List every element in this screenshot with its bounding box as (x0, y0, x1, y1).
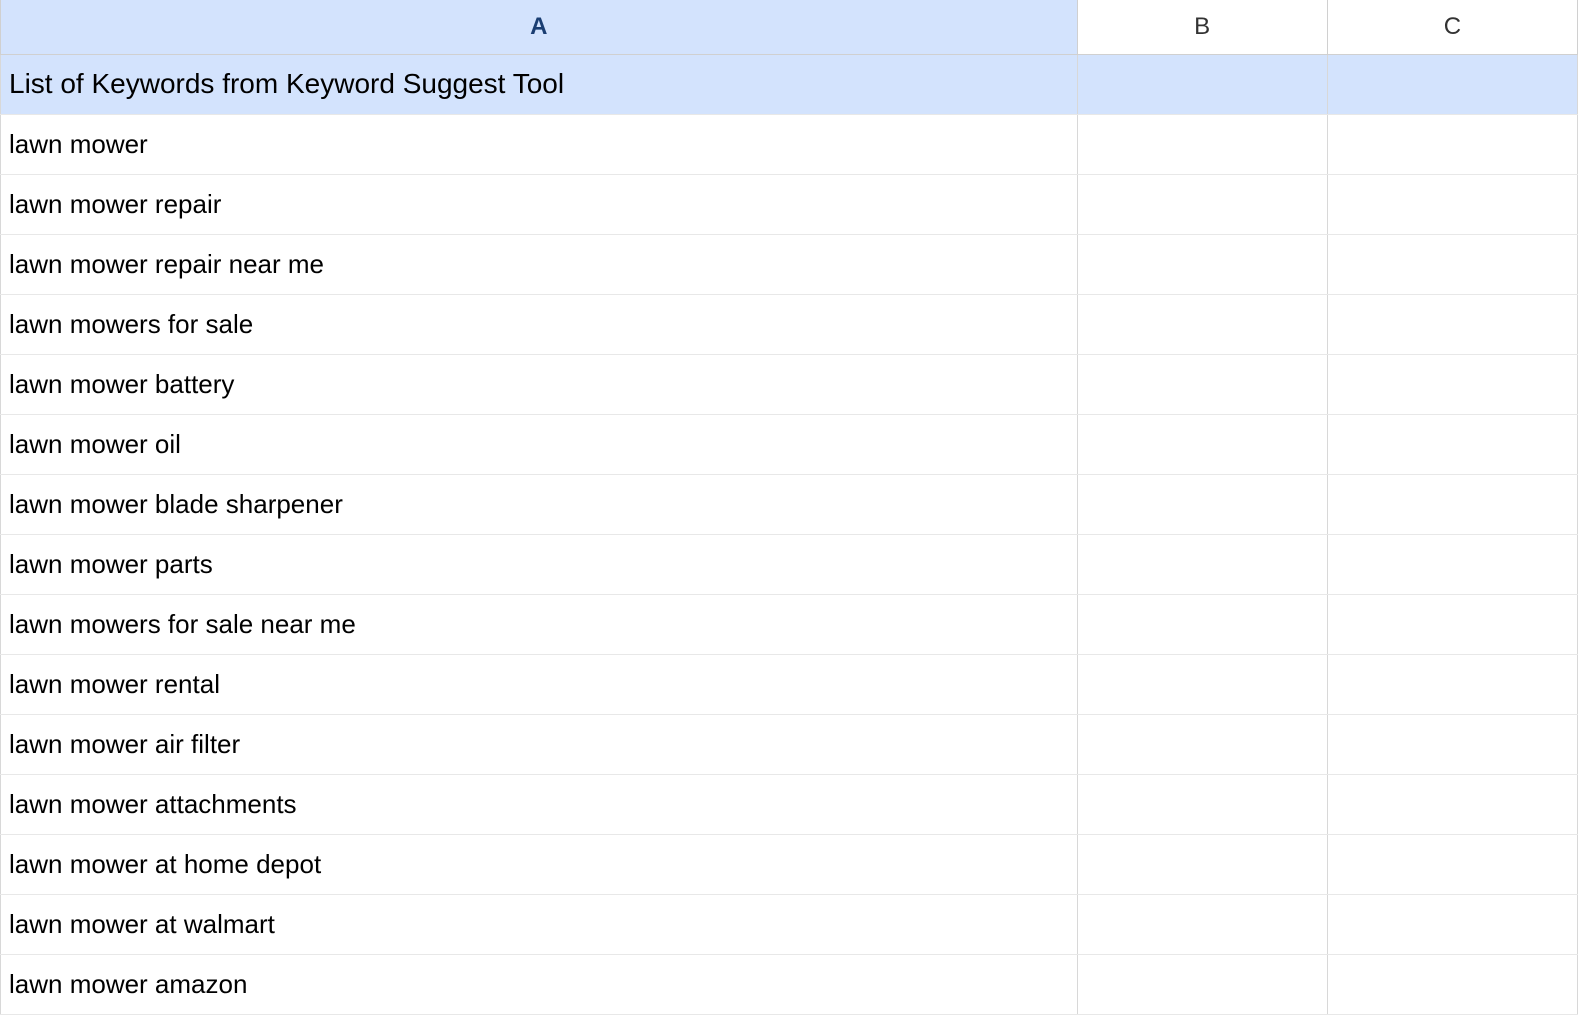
cell-b8[interactable] (1077, 474, 1327, 534)
cell-c12[interactable] (1327, 714, 1577, 774)
table-row: lawn mower repair near me (1, 234, 1578, 294)
cell-c15[interactable] (1327, 894, 1577, 954)
cell-c8[interactable] (1327, 474, 1577, 534)
cell-c5[interactable] (1327, 294, 1577, 354)
column-header-c[interactable]: C (1327, 0, 1577, 54)
cell-a10[interactable]: lawn mowers for sale near me (1, 594, 1078, 654)
cell-c3[interactable] (1327, 174, 1577, 234)
cell-b5[interactable] (1077, 294, 1327, 354)
table-row: lawn mowers for sale near me (1, 594, 1578, 654)
column-header-a[interactable]: A (1, 0, 1078, 54)
cell-a4[interactable]: lawn mower repair near me (1, 234, 1078, 294)
column-header-row: A B C (1, 0, 1578, 54)
cell-c13[interactable] (1327, 774, 1577, 834)
cell-c7[interactable] (1327, 414, 1577, 474)
table-row: lawn mower amazon (1, 954, 1578, 1014)
cell-a5[interactable]: lawn mowers for sale (1, 294, 1078, 354)
cell-b2[interactable] (1077, 114, 1327, 174)
cell-a2[interactable]: lawn mower (1, 114, 1078, 174)
cell-b4[interactable] (1077, 234, 1327, 294)
table-row: List of Keywords from Keyword Suggest To… (1, 54, 1578, 114)
column-header-b[interactable]: B (1077, 0, 1327, 54)
cell-a13[interactable]: lawn mower attachments (1, 774, 1078, 834)
table-row: lawn mower attachments (1, 774, 1578, 834)
cell-a11[interactable]: lawn mower rental (1, 654, 1078, 714)
cell-b6[interactable] (1077, 354, 1327, 414)
cell-b12[interactable] (1077, 714, 1327, 774)
cell-b9[interactable] (1077, 534, 1327, 594)
cell-c11[interactable] (1327, 654, 1577, 714)
table-row: lawn mower (1, 114, 1578, 174)
cell-c1[interactable] (1327, 54, 1577, 114)
cell-a16[interactable]: lawn mower amazon (1, 954, 1078, 1014)
cell-a7[interactable]: lawn mower oil (1, 414, 1078, 474)
cell-b3[interactable] (1077, 174, 1327, 234)
table-row: lawn mower air filter (1, 714, 1578, 774)
cell-c2[interactable] (1327, 114, 1577, 174)
cell-a3[interactable]: lawn mower repair (1, 174, 1078, 234)
cell-b13[interactable] (1077, 774, 1327, 834)
spreadsheet-grid[interactable]: A B C List of Keywords from Keyword Sugg… (0, 0, 1578, 1015)
cell-c16[interactable] (1327, 954, 1577, 1014)
cell-c9[interactable] (1327, 534, 1577, 594)
cell-c14[interactable] (1327, 834, 1577, 894)
cell-b15[interactable] (1077, 894, 1327, 954)
table-row: lawn mower oil (1, 414, 1578, 474)
cell-b16[interactable] (1077, 954, 1327, 1014)
table-row: lawn mower rental (1, 654, 1578, 714)
cell-b10[interactable] (1077, 594, 1327, 654)
table-row: lawn mower blade sharpener (1, 474, 1578, 534)
cell-a14[interactable]: lawn mower at home depot (1, 834, 1078, 894)
cell-a15[interactable]: lawn mower at walmart (1, 894, 1078, 954)
cell-c10[interactable] (1327, 594, 1577, 654)
table-row: lawn mower parts (1, 534, 1578, 594)
table-row: lawn mower at walmart (1, 894, 1578, 954)
table-row: lawn mower repair (1, 174, 1578, 234)
cell-a1[interactable]: List of Keywords from Keyword Suggest To… (1, 54, 1078, 114)
cell-c4[interactable] (1327, 234, 1577, 294)
table-row: lawn mowers for sale (1, 294, 1578, 354)
cell-b11[interactable] (1077, 654, 1327, 714)
cell-a12[interactable]: lawn mower air filter (1, 714, 1078, 774)
cell-a9[interactable]: lawn mower parts (1, 534, 1078, 594)
cell-c6[interactable] (1327, 354, 1577, 414)
cell-a6[interactable]: lawn mower battery (1, 354, 1078, 414)
cell-b1[interactable] (1077, 54, 1327, 114)
cell-b14[interactable] (1077, 834, 1327, 894)
cell-b7[interactable] (1077, 414, 1327, 474)
table-row: lawn mower battery (1, 354, 1578, 414)
cell-a8[interactable]: lawn mower blade sharpener (1, 474, 1078, 534)
table-row: lawn mower at home depot (1, 834, 1578, 894)
